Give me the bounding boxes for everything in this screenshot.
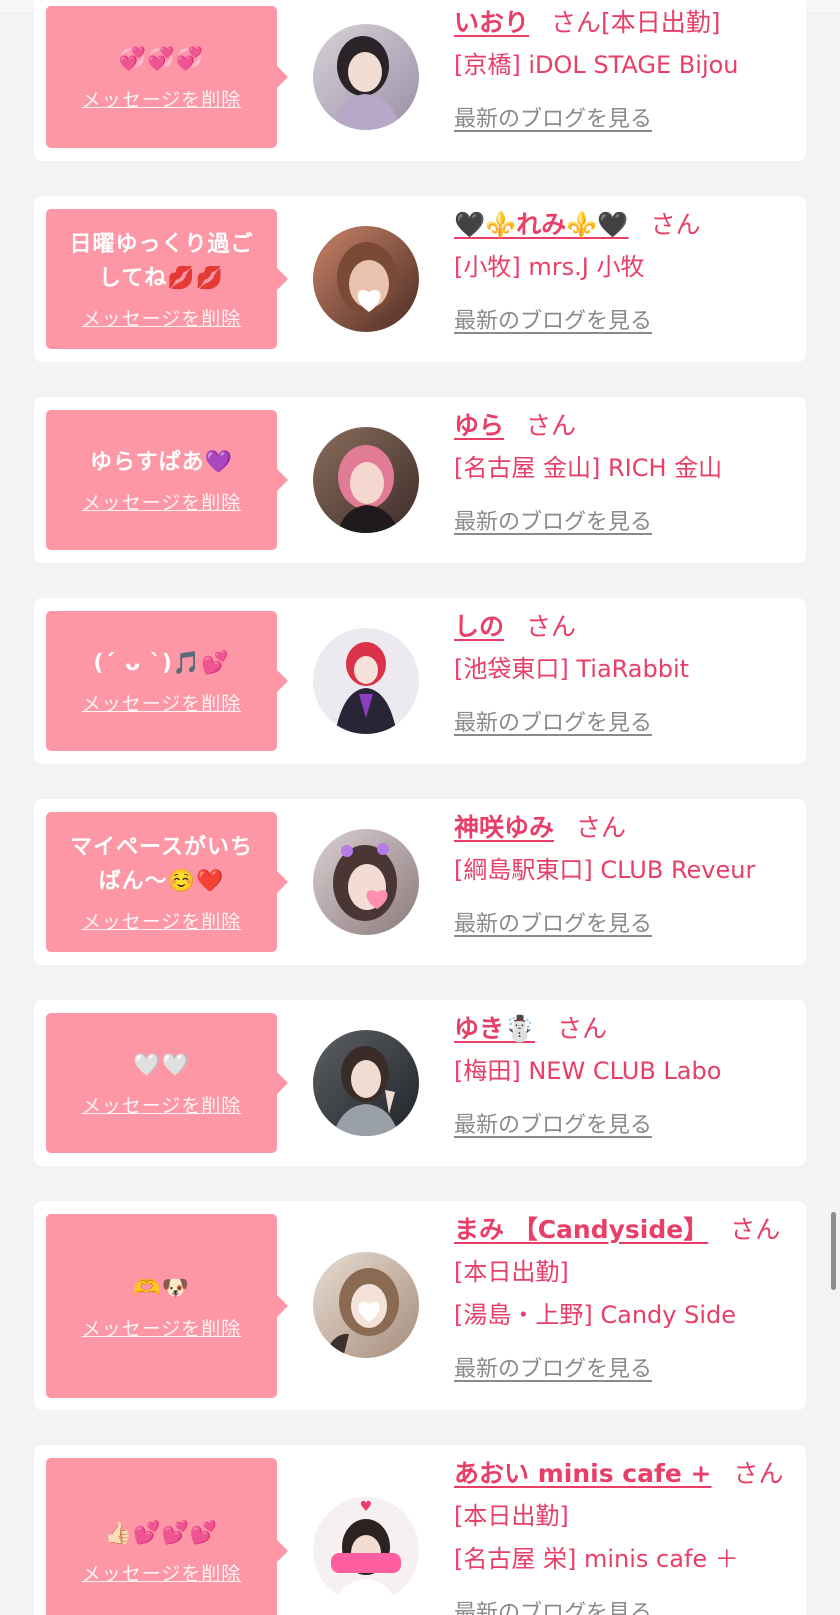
favorite-card: (ˊ ᴗ ˋ)🎵💕 メッセージを削除 しの さん [池袋東口] TiaRabbit… — [34, 598, 806, 764]
cast-name-link[interactable]: しの — [454, 612, 504, 641]
name-row: 神咲ゆみ さん — [454, 811, 798, 845]
delete-message-link[interactable]: メッセージを削除 — [82, 304, 242, 331]
shop-info: [名古屋 栄] minis cafe ＋ — [454, 1545, 739, 1573]
delete-message-link[interactable]: メッセージを削除 — [82, 907, 242, 934]
message-bubble: 👍🏻💕💕💕 メッセージを削除 — [46, 1458, 288, 1615]
latest-blog-link[interactable]: 最新のブログを見る — [454, 1351, 652, 1383]
name-row: しの さん — [454, 610, 798, 644]
message-text: 🤍🤍 — [133, 1052, 190, 1078]
svg-text:♥: ♥ — [360, 1499, 373, 1515]
cast-name-link[interactable]: 神咲ゆみ — [454, 813, 554, 842]
avatar[interactable] — [313, 1252, 419, 1358]
latest-blog-link[interactable]: 最新のブログを見る — [454, 705, 652, 737]
cast-name-link[interactable]: ゆき☃️ — [454, 1014, 535, 1043]
shop-info: [綱島駅東口] CLUB Reveur — [454, 856, 756, 884]
message-bubble: 🤍🤍 メッセージを削除 — [46, 1013, 288, 1153]
name-row: まみ 【Candyside】 さん — [454, 1213, 798, 1247]
cast-name-link[interactable]: いおり — [454, 8, 529, 37]
honorific-label: さん — [557, 1014, 608, 1043]
scrollbar-thumb[interactable] — [831, 1212, 836, 1290]
avatar[interactable] — [313, 226, 419, 332]
honorific-label: さん — [650, 210, 701, 239]
favorite-card: 日曜ゆっくり過ごしてね💋💋 メッセージを削除 🖤⚜️れみ⚜️🖤 さん [小牧] m… — [34, 196, 806, 362]
girl-photo-icon — [313, 427, 419, 533]
name-row: あおい minis cafe + さん — [454, 1457, 798, 1491]
name-row: いおり さん[本日出勤] — [454, 6, 798, 40]
message-bubble: 🫶🐶 メッセージを削除 — [46, 1214, 288, 1398]
girl-photo-icon — [313, 226, 419, 332]
avatar[interactable] — [313, 1030, 419, 1136]
girl-photo-icon — [313, 1252, 419, 1358]
honorific-label: さん — [551, 8, 602, 37]
avatar[interactable] — [313, 427, 419, 533]
shop-info: [梅田] NEW CLUB Labo — [454, 1057, 722, 1085]
message-text: 💞💞💞 — [118, 46, 205, 72]
delete-message-link[interactable]: メッセージを削除 — [82, 488, 242, 515]
delete-message-link[interactable]: メッセージを削除 — [82, 1314, 242, 1341]
girl-photo-icon — [313, 24, 419, 130]
girl-photo-icon — [313, 1030, 419, 1136]
message-text: 🫶🐶 — [133, 1275, 190, 1301]
name-row: ゆき☃️ さん — [454, 1012, 798, 1046]
delete-message-link[interactable]: メッセージを削除 — [82, 1559, 242, 1586]
page: 💞💞💞 メッセージを削除 いおり さん[本日出勤] [京橋] iDOL STAGE… — [0, 0, 840, 1615]
latest-blog-link[interactable]: 最新のブログを見る — [454, 101, 652, 133]
name-row: ゆら さん — [454, 409, 798, 443]
honorific-label: さん — [526, 612, 577, 641]
favorite-card: 🫶🐶 メッセージを削除 まみ 【Candyside】 さん [本日出勤] [湯島・… — [34, 1201, 806, 1410]
avatar[interactable] — [313, 829, 419, 935]
message-bubble: (ˊ ᴗ ˋ)🎵💕 メッセージを削除 — [46, 611, 288, 751]
shop-info: [湯島・上野] Candy Side — [454, 1301, 736, 1329]
message-text: 日曜ゆっくり過ごしてね💋💋 — [69, 231, 254, 291]
message-text: ゆらすぱあ💜 — [90, 449, 233, 475]
shift-status: [本日出勤] — [454, 1502, 569, 1530]
message-bubble: マイペースがいちばん〜☺️❤️ メッセージを削除 — [46, 812, 288, 952]
delete-message-link[interactable]: メッセージを削除 — [82, 85, 242, 112]
favorite-card: ゆらすぱあ💜 メッセージを削除 ゆら さん [名古屋 金山] RICH 金山 最新… — [34, 397, 806, 563]
shop-info: [名古屋 金山] RICH 金山 — [454, 454, 723, 482]
girl-photo-icon — [313, 829, 419, 935]
shift-status: [本日出勤] — [454, 1258, 569, 1286]
girl-photo-icon: ♥ — [313, 1497, 419, 1603]
cast-name-link[interactable]: まみ 【Candyside】 — [454, 1215, 708, 1244]
message-bubble: 💞💞💞 メッセージを削除 — [46, 6, 288, 148]
girl-photo-icon — [313, 628, 419, 734]
shop-info: [京橋] iDOL STAGE Bijou — [454, 51, 739, 79]
message-text: マイペースがいちばん〜☺️❤️ — [70, 834, 253, 894]
favorite-card: 🤍🤍 メッセージを削除 ゆき☃️ さん [梅田] NEW CLUB Labo 最新… — [34, 1000, 806, 1166]
shift-status: [本日出勤] — [601, 8, 721, 37]
latest-blog-link[interactable]: 最新のブログを見る — [454, 303, 652, 335]
avatar[interactable]: ♥ — [313, 1497, 419, 1603]
latest-blog-link[interactable]: 最新のブログを見る — [454, 1107, 652, 1139]
message-text: 👍🏻💕💕💕 — [104, 1520, 219, 1546]
latest-blog-link[interactable]: 最新のブログを見る — [454, 504, 652, 536]
shop-info: [池袋東口] TiaRabbit — [454, 655, 690, 683]
message-bubble: ゆらすぱあ💜 メッセージを削除 — [46, 410, 288, 550]
honorific-label: さん — [576, 813, 627, 842]
honorific-label: さん — [733, 1459, 784, 1488]
honorific-label: さん — [730, 1215, 781, 1244]
delete-message-link[interactable]: メッセージを削除 — [82, 689, 242, 716]
favorite-card: 👍🏻💕💕💕 メッセージを削除 ♥ あおい minis cafe + さん [本日出… — [34, 1445, 806, 1615]
message-bubble: 日曜ゆっくり過ごしてね💋💋 メッセージを削除 — [46, 209, 288, 349]
delete-message-link[interactable]: メッセージを削除 — [82, 1091, 242, 1118]
message-text: (ˊ ᴗ ˋ)🎵💕 — [93, 650, 230, 676]
cast-name-link[interactable]: 🖤⚜️れみ⚜️🖤 — [454, 210, 629, 239]
favorite-card: マイペースがいちばん〜☺️❤️ メッセージを削除 神咲ゆみ さん [綱島駅東口] … — [34, 799, 806, 965]
cast-name-link[interactable]: あおい minis cafe + — [454, 1459, 711, 1488]
cast-name-link[interactable]: ゆら — [454, 411, 504, 440]
latest-blog-link[interactable]: 最新のブログを見る — [454, 1595, 652, 1615]
shop-info: [小牧] mrs.J 小牧 — [454, 253, 645, 281]
avatar[interactable] — [313, 628, 419, 734]
latest-blog-link[interactable]: 最新のブログを見る — [454, 906, 652, 938]
name-row: 🖤⚜️れみ⚜️🖤 さん — [454, 208, 798, 242]
honorific-label: さん — [526, 411, 577, 440]
favorite-card: 💞💞💞 メッセージを削除 いおり さん[本日出勤] [京橋] iDOL STAGE… — [34, 0, 806, 161]
avatar[interactable] — [313, 24, 419, 130]
